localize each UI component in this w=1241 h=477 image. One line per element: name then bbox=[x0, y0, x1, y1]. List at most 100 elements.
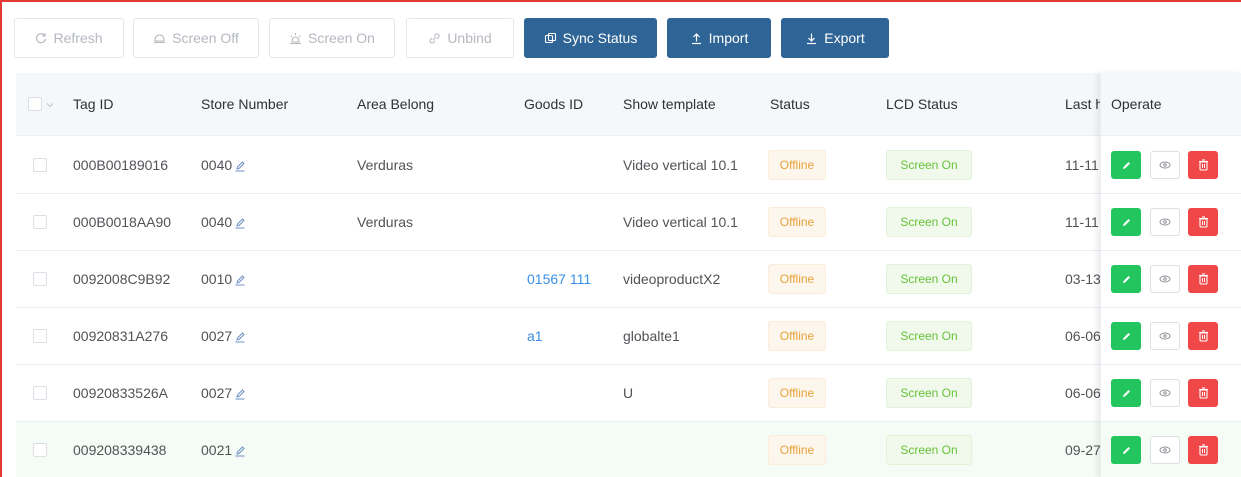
store-number-value: 0027 bbox=[201, 385, 233, 401]
table-row[interactable]: 009208339438 0021 Offline Screen On 09-2… bbox=[16, 422, 1241, 477]
last-cell: 03-13 bbox=[1065, 271, 1101, 287]
operate-cell bbox=[1101, 137, 1241, 194]
col-show-template[interactable]: Show template bbox=[623, 73, 716, 136]
view-button[interactable] bbox=[1150, 151, 1180, 179]
trash-icon bbox=[1198, 387, 1208, 399]
screen-on-label: Screen On bbox=[308, 30, 375, 46]
col-goods-id[interactable]: Goods ID bbox=[524, 73, 583, 136]
row-checkbox[interactable] bbox=[33, 443, 47, 457]
select-all-checkbox[interactable] bbox=[28, 97, 42, 111]
lcd-status-badge: Screen On bbox=[886, 435, 972, 465]
goods-id-cell[interactable]: a1 bbox=[527, 308, 543, 365]
store-number-value: 0027 bbox=[201, 328, 233, 344]
view-button[interactable] bbox=[1150, 265, 1180, 293]
edit-button[interactable] bbox=[1111, 379, 1141, 407]
goods-id-cell[interactable]: 01567 111 bbox=[527, 251, 591, 308]
view-button[interactable] bbox=[1150, 436, 1180, 464]
operate-cell bbox=[1101, 194, 1241, 251]
unbind-icon bbox=[429, 32, 440, 44]
status-badge: Offline bbox=[768, 378, 826, 408]
edit-button[interactable] bbox=[1111, 265, 1141, 293]
delete-button[interactable] bbox=[1188, 265, 1218, 293]
eye-icon bbox=[1159, 275, 1171, 283]
operate-cell bbox=[1101, 365, 1241, 422]
refresh-icon bbox=[36, 33, 47, 44]
screen-off-button[interactable]: Screen Off bbox=[133, 18, 259, 58]
pencil-icon bbox=[1122, 389, 1130, 397]
last-cell: 06-06 bbox=[1065, 385, 1101, 401]
edit-button[interactable] bbox=[1111, 151, 1141, 179]
row-checkbox[interactable] bbox=[33, 272, 47, 286]
trash-icon bbox=[1198, 216, 1208, 228]
show-template-cell: videoproductX2 bbox=[623, 271, 721, 287]
table-row[interactable]: 000B00189016 0040 Verduras Video vertica… bbox=[16, 137, 1241, 194]
sync-status-button[interactable]: Sync Status bbox=[524, 18, 657, 58]
edit-button[interactable] bbox=[1111, 436, 1141, 464]
row-checkbox[interactable] bbox=[33, 158, 47, 172]
col-store-number[interactable]: Store Number bbox=[201, 73, 288, 136]
col-last[interactable]: Last h bbox=[1065, 73, 1103, 136]
pencil-icon bbox=[1122, 275, 1130, 283]
sync-status-label: Sync Status bbox=[562, 30, 638, 46]
import-label: Import bbox=[708, 30, 749, 46]
pencil-icon bbox=[1122, 446, 1130, 454]
operate-column: Operate bbox=[1100, 73, 1241, 477]
area-belong-cell: Verduras bbox=[357, 157, 414, 173]
row-checkbox[interactable] bbox=[33, 329, 47, 343]
pencil-icon[interactable] bbox=[234, 388, 246, 400]
store-number-value: 0010 bbox=[201, 271, 233, 287]
store-number-cell: 0040 bbox=[201, 137, 246, 194]
pencil-icon bbox=[1122, 218, 1130, 226]
col-status[interactable]: Status bbox=[770, 73, 810, 136]
export-icon bbox=[807, 33, 817, 44]
refresh-button[interactable]: Refresh bbox=[14, 18, 124, 58]
eye-icon bbox=[1159, 218, 1171, 226]
delete-button[interactable] bbox=[1188, 322, 1218, 350]
pencil-icon[interactable] bbox=[234, 160, 246, 172]
trash-icon bbox=[1198, 330, 1208, 342]
edit-button[interactable] bbox=[1111, 322, 1141, 350]
pencil-icon[interactable] bbox=[234, 217, 246, 229]
delete-button[interactable] bbox=[1188, 436, 1218, 464]
row-checkbox[interactable] bbox=[33, 386, 47, 400]
import-button[interactable]: Import bbox=[667, 18, 771, 58]
view-button[interactable] bbox=[1150, 322, 1180, 350]
operate-cell bbox=[1101, 308, 1241, 365]
pencil-icon bbox=[1122, 161, 1130, 169]
col-tag-id[interactable]: Tag ID bbox=[73, 73, 113, 136]
pencil-icon[interactable] bbox=[234, 274, 246, 286]
edit-button[interactable] bbox=[1111, 208, 1141, 236]
eye-icon bbox=[1159, 161, 1171, 169]
show-template-cell: Video vertical 10.1 bbox=[623, 157, 738, 173]
refresh-label: Refresh bbox=[53, 30, 103, 46]
col-area-belong[interactable]: Area Belong bbox=[357, 73, 434, 136]
show-template-cell: U bbox=[623, 385, 634, 401]
lcd-status-badge: Screen On bbox=[886, 378, 972, 408]
row-checkbox[interactable] bbox=[33, 215, 47, 229]
export-button[interactable]: Export bbox=[781, 18, 889, 58]
store-number-value: 0040 bbox=[201, 214, 233, 230]
tag-id-cell: 00920833526A bbox=[73, 385, 168, 401]
table-row[interactable]: 0092008C9B92 0010 01567 111 videoproduct… bbox=[16, 251, 1241, 308]
unbind-button[interactable]: Unbind bbox=[406, 18, 514, 58]
store-number-cell: 0027 bbox=[201, 308, 246, 365]
export-label: Export bbox=[824, 30, 865, 46]
table-header: Tag ID Store Number Area Belong Goods ID… bbox=[16, 73, 1241, 136]
table-row[interactable]: 00920833526A 0027 U Offline Screen On 06… bbox=[16, 365, 1241, 422]
delete-button[interactable] bbox=[1188, 151, 1218, 179]
screen-on-button[interactable]: Screen On bbox=[269, 18, 395, 58]
col-lcd-status[interactable]: LCD Status bbox=[886, 73, 958, 136]
view-button[interactable] bbox=[1150, 208, 1180, 236]
table-row[interactable]: 000B0018AA90 0040 Verduras Video vertica… bbox=[16, 194, 1241, 251]
chevron-down-icon[interactable] bbox=[46, 101, 54, 109]
table-row[interactable]: 00920831A276 0027 a1 globalte1 Offline S… bbox=[16, 308, 1241, 365]
view-button[interactable] bbox=[1150, 379, 1180, 407]
status-badge: Offline bbox=[768, 207, 826, 237]
show-template-cell: Video vertical 10.1 bbox=[623, 214, 738, 230]
tag-id-cell: 009208339438 bbox=[73, 442, 167, 458]
last-cell: 11-11 bbox=[1065, 157, 1099, 173]
pencil-icon[interactable] bbox=[234, 445, 246, 457]
pencil-icon[interactable] bbox=[234, 331, 246, 343]
delete-button[interactable] bbox=[1188, 379, 1218, 407]
delete-button[interactable] bbox=[1188, 208, 1218, 236]
